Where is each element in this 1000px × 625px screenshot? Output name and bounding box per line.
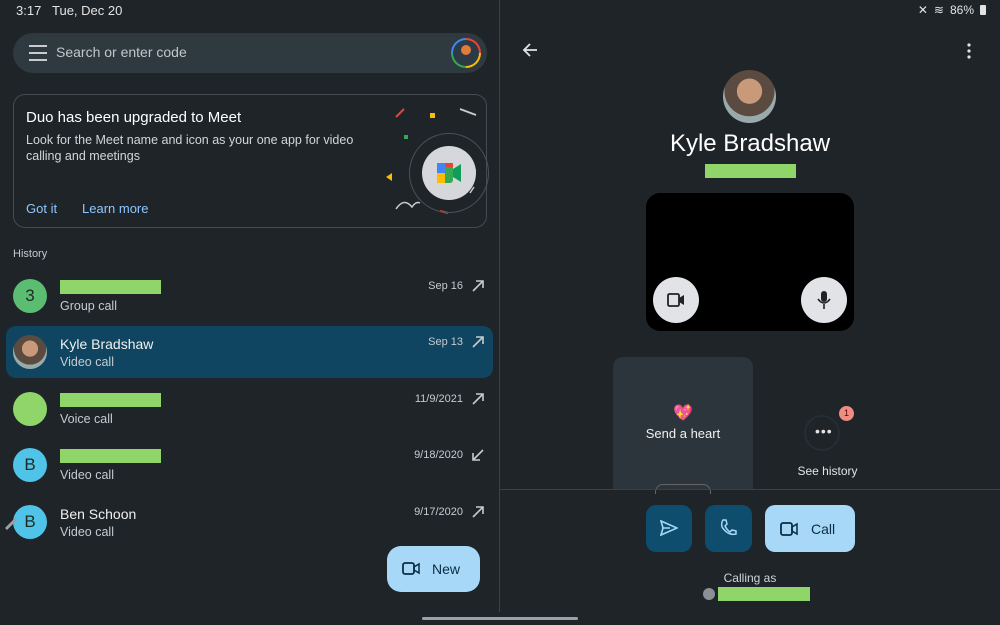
contact-photo-large	[723, 70, 776, 123]
search-input[interactable]: Search or enter code	[56, 44, 187, 60]
account-icon	[703, 588, 715, 600]
search-bar[interactable]: Search or enter code	[13, 33, 487, 73]
back-arrow-icon[interactable]	[521, 41, 539, 59]
video-camera-icon	[780, 522, 798, 536]
toggle-camera-button[interactable]	[653, 277, 699, 323]
status-time: 3:17	[16, 3, 42, 18]
redacted-name	[60, 280, 161, 294]
menu-icon[interactable]	[29, 45, 47, 61]
redacted-name	[60, 449, 161, 463]
new-call-button[interactable]: New	[387, 546, 480, 592]
status-date: Tue, Dec 20	[52, 3, 123, 18]
more-options-icon[interactable]	[965, 42, 973, 60]
contact-name: Ben Schoon	[60, 506, 137, 522]
meet-icon	[437, 163, 461, 183]
call-date: 11/9/2021	[414, 393, 463, 405]
contact-title: Kyle Bradshaw	[669, 130, 831, 157]
history-row[interactable]: B Ben Schoon Video call 9/17/2020	[6, 496, 493, 548]
history-row[interactable]: Voice call 11/9/2021	[6, 383, 493, 435]
heart-icon: 💖	[673, 405, 693, 422]
call-type: Video call	[60, 355, 114, 369]
video-call-button[interactable]: Call	[765, 505, 855, 552]
battery-level: 86%	[949, 3, 974, 17]
promo-title: Duo has been upgraded to Meet	[26, 109, 242, 126]
redacted-account	[718, 587, 810, 601]
got-it-button[interactable]: Got it	[26, 201, 57, 216]
outgoing-arrow-icon	[472, 336, 484, 348]
camera-preview	[646, 193, 854, 331]
call-date: Sep 16	[428, 280, 463, 292]
outgoing-arrow-icon	[472, 506, 484, 518]
see-history-label: See history	[797, 464, 858, 478]
send-heart-label: Send a heart	[645, 426, 721, 441]
call-type: Group call	[60, 299, 117, 313]
history-row-selected[interactable]: Kyle Bradshaw Video call Sep 13	[6, 326, 493, 378]
outgoing-arrow-icon	[472, 393, 484, 405]
history-row[interactable]: 3 Group call Sep 16	[6, 270, 493, 322]
contact-name: Kyle Bradshaw	[60, 336, 154, 352]
mute-icon: ✕	[917, 3, 928, 17]
meet-logo-badge	[409, 133, 489, 213]
video-camera-icon	[402, 562, 420, 575]
action-divider	[500, 489, 1000, 490]
redacted-name	[60, 393, 161, 407]
contact-avatar	[13, 392, 47, 426]
call-date: 9/17/2020	[414, 506, 463, 518]
toggle-mic-button[interactable]	[801, 277, 847, 323]
send-heart-card[interactable]: 💖 Send a heart	[613, 357, 753, 494]
pane-divider	[499, 0, 500, 612]
call-label: Call	[811, 521, 836, 537]
redacted-number	[705, 164, 796, 178]
send-icon	[660, 520, 678, 536]
contact-avatar: 3	[13, 279, 47, 313]
learn-more-link[interactable]: Learn more	[82, 201, 148, 216]
call-date: Sep 13	[428, 336, 463, 348]
account-avatar[interactable]	[451, 38, 481, 68]
wifi-icon: ≋	[933, 3, 944, 17]
call-type: Video call	[60, 468, 114, 482]
more-dots-icon: •••	[815, 423, 833, 439]
history-heading: History	[13, 248, 48, 260]
incoming-arrow-icon	[472, 449, 484, 461]
contact-avatar: B	[13, 448, 47, 482]
calling-as-label: Calling as	[723, 571, 777, 585]
call-type: Video call	[60, 525, 114, 539]
send-message-button[interactable]	[646, 505, 692, 552]
home-indicator[interactable]	[422, 617, 578, 620]
voice-call-button[interactable]	[705, 505, 752, 552]
video-camera-icon	[667, 293, 684, 307]
call-date: 9/18/2020	[414, 449, 463, 461]
see-history-button[interactable]: ••• 1	[800, 406, 854, 451]
pen-icon	[4, 517, 18, 531]
history-badge: 1	[839, 406, 854, 421]
phone-icon	[720, 519, 737, 536]
new-call-label: New	[432, 561, 461, 577]
microphone-icon	[817, 291, 831, 309]
status-icons: ✕ ≋ 86%	[918, 3, 986, 17]
outgoing-arrow-icon	[472, 280, 484, 292]
contact-photo	[13, 335, 47, 369]
promo-body: Look for the Meet name and icon as your …	[26, 133, 354, 163]
history-row[interactable]: B Video call 9/18/2020	[6, 439, 493, 491]
call-type: Voice call	[60, 412, 113, 426]
battery-icon	[980, 5, 986, 15]
promo-card: Duo has been upgraded to Meet Look for t…	[13, 94, 489, 228]
